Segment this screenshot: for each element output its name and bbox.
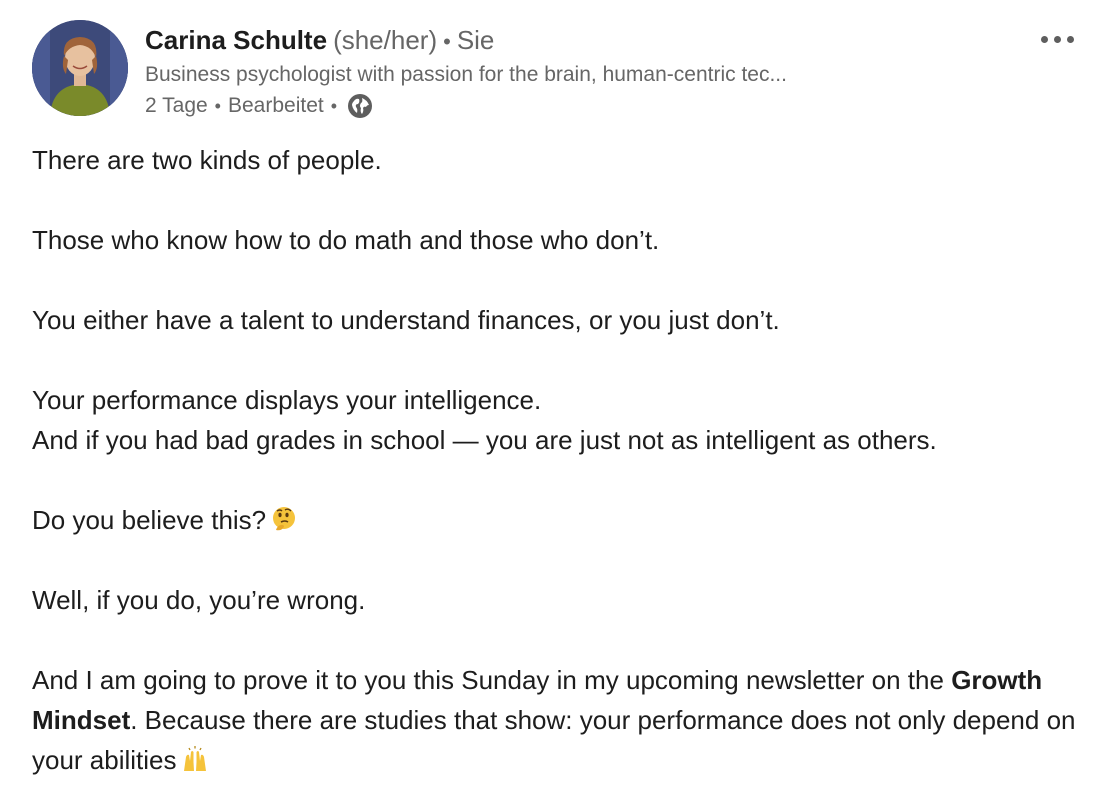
separator-dot: • [214, 96, 221, 116]
more-dot [1066, 35, 1074, 43]
post-line: And if you had bad grades in school — yo… [32, 425, 937, 455]
post-time[interactable]: 2 Tage [145, 90, 208, 122]
more-dot [1053, 35, 1061, 43]
post-timestamp-line: 2 Tage • Bearbeitet • [145, 90, 1005, 122]
more-options-icon[interactable] [1032, 24, 1082, 54]
post-line: Well, if you do, you’re wrong. [32, 585, 366, 615]
author-pronouns: (she/her) [333, 25, 438, 55]
post-line: Those who know how to do math and those … [32, 225, 660, 255]
post-line: Your performance displays your intellige… [32, 385, 542, 415]
separator-dot: • [443, 29, 451, 54]
more-dot [1040, 35, 1048, 43]
separator-dot: • [330, 96, 338, 116]
post-body: There are two kinds of people. Those who… [32, 140, 1092, 780]
author-relation: Sie [456, 25, 495, 55]
feed-post: Carina Schulte (she/her) • Sie Business psy… [0, 0, 1105, 803]
globe-icon[interactable] [346, 92, 374, 120]
edited-label: Bearbeitet [227, 94, 324, 117]
post-line-question: Do you believe this? [32, 500, 1092, 540]
post-header: Carina Schulte (she/her) • Sie Business psy… [32, 18, 1082, 123]
post-text: And I am going to prove it to you this S… [32, 665, 944, 695]
author-line: Carina Schulte (she/her) • Sie [145, 22, 1005, 60]
post-question-text: Do you believe this? [32, 505, 267, 535]
avatar[interactable] [32, 20, 128, 116]
post-line-paragraph: And I am going to prove it to you this S… [32, 660, 1092, 780]
author-headline: Business psychologist with passion for t… [145, 63, 787, 86]
post-line: You either have a talent to understand f… [32, 305, 780, 335]
thinking-face-emoji [270, 504, 298, 532]
post-meta: Carina Schulte (she/her) • Sie Business psy… [145, 22, 1005, 122]
post-line: There are two kinds of people. [32, 145, 382, 175]
raising-hands-emoji [181, 744, 209, 772]
author-name[interactable]: Carina Schulte [145, 25, 327, 55]
